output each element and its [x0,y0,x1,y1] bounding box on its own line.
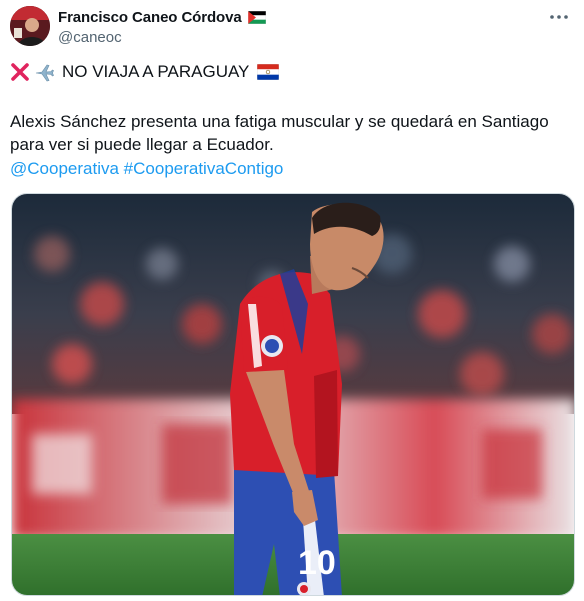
headline-text: NO VIAJA A PARAGUAY [62,62,250,81]
tweet-card: Francisco Caneo Córdova @caneoc NO VIAJA… [0,0,584,601]
paraguay-flag-icon [257,63,280,81]
avatar[interactable] [10,6,50,46]
tweet-body: Alexis Sánchez presenta una fatiga muscu… [10,112,549,154]
display-name[interactable]: Francisco Caneo Córdova [58,9,242,26]
jersey-number: 10 [298,544,336,582]
mention-link[interactable]: @Cooperativa [10,159,119,178]
headline: NO VIAJA A PARAGUAY [10,61,280,83]
hashtag-row: @Cooperativa #CooperativaContigo [10,157,283,180]
handle[interactable]: @caneoc [58,29,266,46]
hashtag-link[interactable]: #CooperativaContigo [124,159,284,178]
cross-mark-icon [10,62,30,82]
palestine-flag-icon [247,10,266,24]
tweet-photo[interactable]: 10 [11,193,575,596]
airplane-icon [34,62,54,82]
author-block: Francisco Caneo Córdova @caneoc [58,8,266,46]
more-options-icon[interactable] [548,8,570,26]
